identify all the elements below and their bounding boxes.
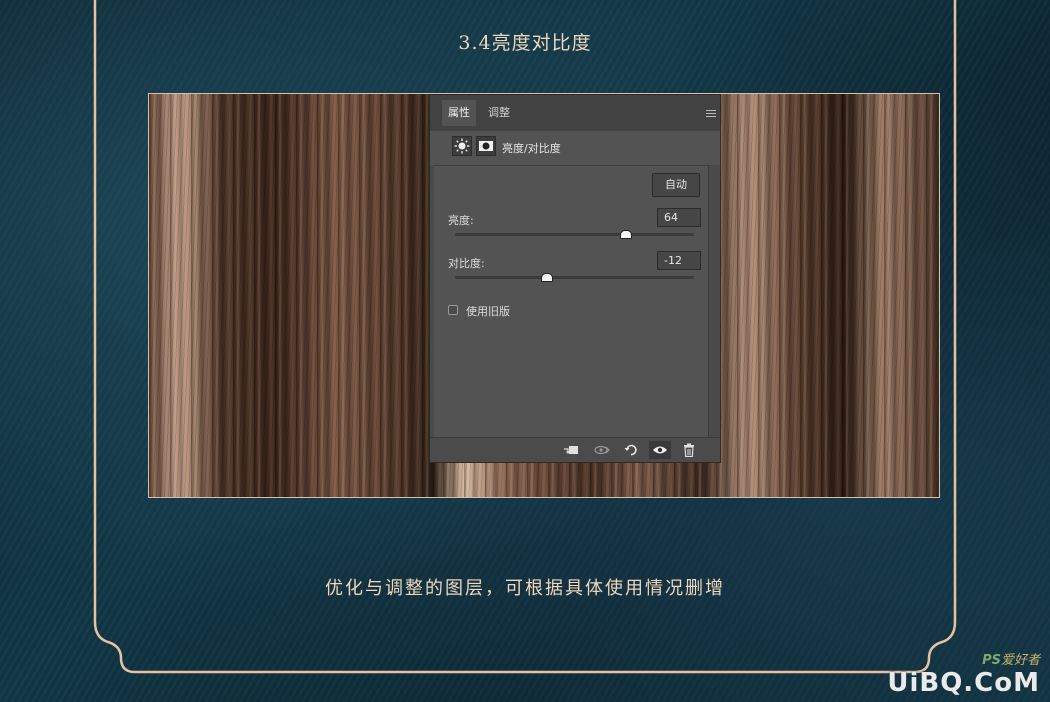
reset-icon[interactable] <box>620 441 642 459</box>
use-legacy-label: 使用旧版 <box>466 305 510 318</box>
watermark-top: PS爱好者 <box>887 649 1040 668</box>
visibility-eye-icon[interactable] <box>649 441 671 459</box>
properties-panel: 属性 调整 亮度/对比度 自动 亮度: 64 对比度: -12 使用旧版 <box>429 94 721 463</box>
brightness-label: 亮度: <box>448 214 474 227</box>
panel-scrollbar[interactable] <box>708 165 720 437</box>
brightness-value-field[interactable]: 64 <box>657 208 701 227</box>
tab-properties[interactable]: 属性 <box>442 100 476 126</box>
site-watermark: PS爱好者 UiBQ.CoM <box>887 649 1040 698</box>
adjustment-title: 亮度/对比度 <box>502 142 561 155</box>
contrast-value-field[interactable]: -12 <box>657 251 701 270</box>
clip-to-layer-icon[interactable] <box>560 441 582 459</box>
view-previous-state-icon[interactable] <box>591 441 613 459</box>
page-caption: 优化与调整的图层，可根据具体使用情况删增 <box>325 578 725 599</box>
watermark-ps: PS <box>982 653 1001 668</box>
panel-menu-icon[interactable] <box>706 110 716 117</box>
tab-adjustments[interactable]: 调整 <box>482 100 516 126</box>
panel-left-edge <box>430 165 434 439</box>
contrast-slider-track[interactable] <box>455 273 694 282</box>
watermark-top-rest: 爱好者 <box>1000 653 1040 668</box>
panel-footer-toolbar <box>430 437 720 462</box>
brightness-slider-track[interactable] <box>455 230 694 239</box>
use-legacy-checkbox[interactable] <box>448 305 458 315</box>
page-title: 3.4亮度对比度 <box>458 32 592 54</box>
auto-button[interactable]: 自动 <box>652 173 700 197</box>
panel-tab-bar: 属性 调整 <box>430 95 720 131</box>
trash-icon[interactable] <box>678 441 700 459</box>
watermark-bottom: UiBQ.CoM <box>887 668 1040 698</box>
contrast-label: 对比度: <box>448 257 485 270</box>
layer-mask-icon[interactable] <box>476 136 496 156</box>
adjustment-header: 亮度/对比度 <box>430 131 720 166</box>
brightness-sun-icon <box>452 136 472 156</box>
